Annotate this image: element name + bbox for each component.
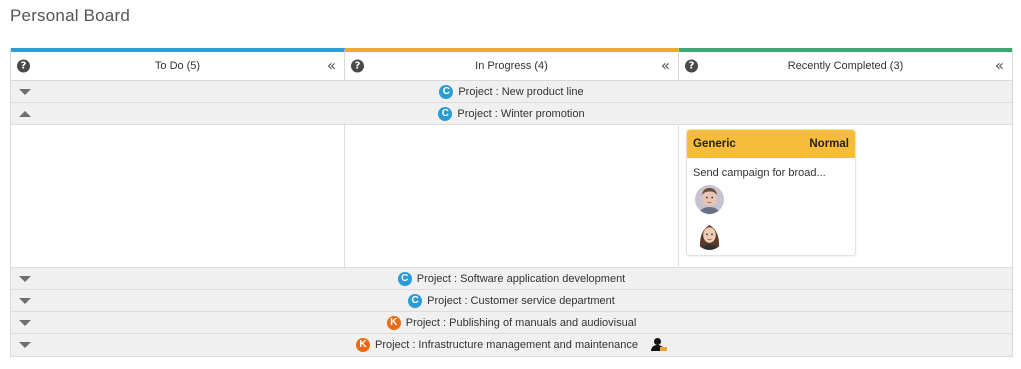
swimlane-label: Project : Software application developme… bbox=[416, 272, 626, 285]
swimlane-header[interactable]: K Project : Publishing of manuals and au… bbox=[11, 312, 1012, 334]
triangle-down-icon[interactable] bbox=[19, 88, 31, 95]
project-type-badge: C bbox=[438, 106, 453, 121]
project-type-badge: K bbox=[386, 315, 401, 330]
lane-cell-in-progress[interactable] bbox=[345, 125, 679, 267]
triangle-down-icon[interactable] bbox=[19, 342, 31, 348]
column-count: (4) bbox=[534, 60, 548, 72]
swimlane-label: Project : New product line bbox=[458, 85, 584, 98]
person-icon-head bbox=[653, 338, 661, 345]
swimlane-label: Project : Customer service department bbox=[427, 294, 615, 307]
help-icon[interactable]: ? bbox=[685, 59, 698, 73]
swimlane-header[interactable]: C Project : New product line bbox=[11, 81, 1012, 103]
lane-cell-todo[interactable] bbox=[11, 125, 345, 267]
page-title: Personal Board bbox=[10, 6, 130, 25]
card-type: Generic bbox=[693, 138, 736, 150]
help-icon[interactable]: ? bbox=[17, 59, 30, 73]
swimlane-header[interactable]: C Project : Customer service department bbox=[11, 290, 1012, 312]
swimlane-label: Project : Publishing of manuals and audi… bbox=[405, 316, 637, 329]
column-name: In Progress bbox=[475, 60, 532, 72]
column-count: (3) bbox=[889, 60, 904, 72]
avatar[interactable] bbox=[695, 221, 724, 250]
column-headers: ? To Do (5) « ? In Progress (4) « ? Rece… bbox=[11, 48, 1012, 81]
collapse-column-icon[interactable]: « bbox=[661, 57, 670, 75]
avatar[interactable] bbox=[695, 185, 724, 214]
column-name: To Do bbox=[154, 60, 184, 72]
project-type-badge: C bbox=[408, 293, 423, 308]
person-icon[interactable] bbox=[649, 338, 667, 352]
triangle-up-icon[interactable] bbox=[19, 110, 31, 117]
help-icon[interactable]: ? bbox=[351, 59, 364, 73]
swimlane-header[interactable]: C Project : Winter promotion bbox=[11, 103, 1012, 125]
column-title: To Do (5) bbox=[155, 60, 200, 72]
column-name: Recently Completed bbox=[787, 60, 887, 72]
project-type-badge: C bbox=[439, 84, 454, 99]
avatar-icon bbox=[695, 185, 724, 214]
card-priority: Normal bbox=[809, 138, 849, 150]
swimlane-label: Project : Infrastructure management and … bbox=[375, 339, 638, 351]
swimlane-header[interactable]: K Project : Infrastructure management an… bbox=[11, 334, 1012, 356]
triangle-down-icon[interactable] bbox=[19, 297, 31, 304]
project-type-badge: K bbox=[356, 338, 371, 352]
column-header-recently-completed: ? Recently Completed (3) « bbox=[679, 48, 1012, 81]
card-header: Generic Normal bbox=[687, 130, 855, 158]
swimlane-title: C Project : Customer service department bbox=[408, 293, 615, 308]
collapse-column-icon[interactable]: « bbox=[327, 57, 336, 75]
swimlane-header[interactable]: C Project : Software application develop… bbox=[11, 268, 1012, 290]
triangle-down-icon[interactable] bbox=[19, 319, 31, 326]
column-header-todo: ? To Do (5) « bbox=[11, 48, 345, 81]
swimlane-body: Generic Normal Send campaign for broad..… bbox=[11, 125, 1012, 268]
swimlane-label: Project : Winter promotion bbox=[457, 107, 585, 120]
column-count: (5) bbox=[186, 60, 201, 72]
swimlane-title: C Project : Winter promotion bbox=[438, 106, 585, 121]
swimlane-title: C Project : Software application develop… bbox=[397, 271, 626, 286]
column-header-in-progress: ? In Progress (4) « bbox=[345, 48, 679, 81]
swimlane-title: K Project : Publishing of manuals and au… bbox=[386, 315, 637, 330]
person-icon-tag bbox=[659, 347, 667, 351]
swimlane-title: C Project : New product line bbox=[439, 84, 584, 99]
kanban-board: ? To Do (5) « ? In Progress (4) « ? Rece… bbox=[10, 48, 1013, 357]
project-type-badge: C bbox=[397, 271, 412, 286]
triangle-down-icon[interactable] bbox=[19, 275, 31, 282]
card-title[interactable]: Send campaign for broad... bbox=[687, 158, 855, 179]
column-title: In Progress (4) bbox=[475, 60, 548, 72]
avatar-icon bbox=[695, 221, 724, 250]
swimlane-title: K Project : Infrastructure management an… bbox=[356, 338, 667, 352]
lane-cell-recently-completed[interactable]: Generic Normal Send campaign for broad..… bbox=[679, 125, 1012, 267]
collapse-column-icon[interactable]: « bbox=[995, 57, 1004, 75]
column-title: Recently Completed (3) bbox=[788, 60, 904, 72]
task-card[interactable]: Generic Normal Send campaign for broad..… bbox=[686, 129, 856, 256]
